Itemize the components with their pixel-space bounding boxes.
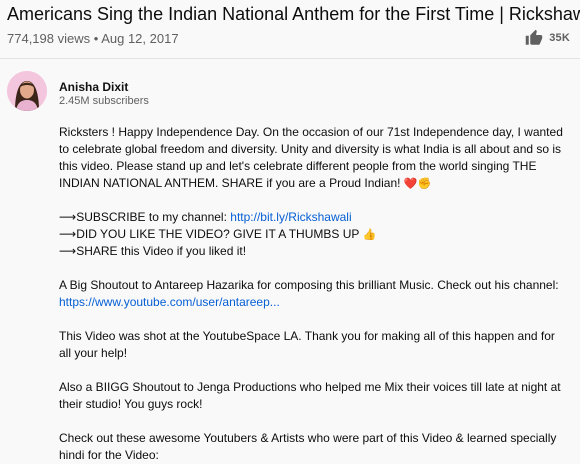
youtubespace-line: This Video was shot at the YoutubeSpace … [59, 329, 555, 360]
channel-name[interactable]: Anisha Dixit [59, 80, 128, 94]
thumbs-up-emoji: 👍 [362, 228, 377, 241]
avatar-image [7, 71, 47, 111]
share-line: ⟶SHARE this Video if you liked it! [59, 244, 247, 258]
thumbs-up-line: ⟶DID YOU LIKE THE VIDEO? GIVE IT A THUMB… [59, 226, 569, 243]
like-button[interactable]: 35K [525, 29, 570, 47]
upload-date: Aug 12, 2017 [101, 31, 179, 46]
channel-avatar[interactable] [7, 71, 47, 111]
thumbs-up-text: ⟶DID YOU LIKE THE VIDEO? GIVE IT A THUMB… [59, 227, 360, 241]
video-meta: 774,198 views • Aug 12, 2017 [7, 31, 179, 46]
intro-text: Ricksters ! Happy Independence Day. On t… [59, 125, 563, 190]
checkout-line: Check out these awesome Youtubers & Arti… [59, 431, 557, 462]
like-count: 35K [549, 32, 570, 44]
subscribe-line: ⟶SUBSCRIBE to my channel: http://bit.ly/… [59, 209, 569, 226]
shoutout-jenga: Also a BIIGG Shoutout to Jenga Productio… [59, 380, 561, 411]
header-divider [0, 58, 580, 59]
video-description: Ricksters ! Happy Independence Day. On t… [59, 124, 569, 464]
description-intro: Ricksters ! Happy Independence Day. On t… [59, 124, 569, 192]
shoutout-antareep: A Big Shoutout to Antareep Hazarika for … [59, 278, 559, 292]
video-title: Americans Sing the Indian National Anthe… [7, 4, 580, 24]
subscribe-text: ⟶SUBSCRIBE to my channel: [59, 210, 231, 224]
heart-fist-emoji: ❤️✊ [403, 177, 432, 190]
subscribe-link[interactable]: http://bit.ly/Rickshawali [230, 210, 351, 224]
antareep-channel-link[interactable]: https://www.youtube.com/user/antareep... [59, 295, 280, 309]
thumbs-up-icon [525, 29, 543, 45]
subscriber-count: 2.45M subscribers [59, 95, 149, 107]
view-count: 774,198 views [7, 31, 91, 46]
